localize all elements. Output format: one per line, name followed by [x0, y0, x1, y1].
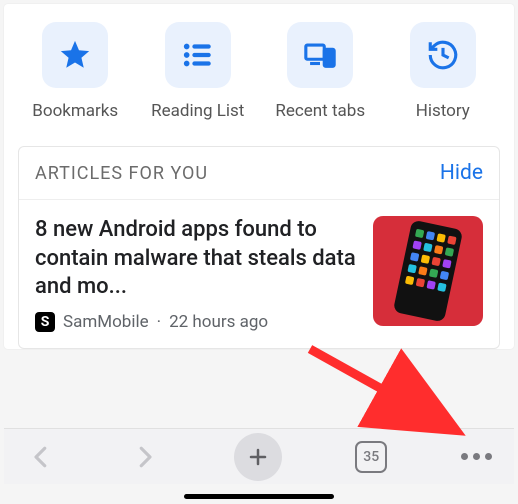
bottom-toolbar: 35	[4, 428, 514, 484]
dot-icon	[461, 453, 468, 460]
section-title: ARTICLES FOR YOU	[35, 163, 208, 184]
back-button[interactable]	[26, 442, 56, 472]
article-age: 22 hours ago	[169, 312, 268, 332]
article-text: 8 new Android apps found to contain malw…	[35, 216, 359, 332]
tab-switcher-button[interactable]: 35	[355, 441, 387, 473]
shortcut-history[interactable]: History	[388, 22, 498, 122]
recent-tabs-icon	[287, 22, 353, 88]
shortcut-recent-tabs[interactable]: Recent tabs	[265, 22, 375, 122]
bookmarks-icon	[42, 22, 108, 88]
home-indicator	[184, 494, 334, 499]
meta-separator: ·	[157, 312, 161, 332]
article-title: 8 new Android apps found to contain malw…	[35, 216, 359, 302]
section-header: ARTICLES FOR YOU Hide	[19, 147, 499, 200]
article-meta: S SamMobile · 22 hours ago	[35, 312, 359, 332]
shortcut-label: Bookmarks	[32, 100, 118, 122]
shortcuts-row: Bookmarks Reading List Recent tabs Histo…	[4, 4, 514, 128]
tab-count: 35	[363, 449, 379, 465]
articles-section: ARTICLES FOR YOU Hide 8 new Android apps…	[18, 146, 500, 349]
dot-icon	[485, 453, 492, 460]
article-source: SamMobile	[63, 312, 149, 332]
shortcut-label: History	[416, 100, 470, 122]
hide-button[interactable]: Hide	[440, 161, 483, 185]
shortcut-reading-list[interactable]: Reading List	[143, 22, 253, 122]
new-tab-button[interactable]	[234, 433, 282, 481]
shortcut-label: Recent tabs	[275, 100, 365, 122]
source-favicon: S	[35, 312, 55, 332]
shortcut-bookmarks[interactable]: Bookmarks	[20, 22, 130, 122]
article-thumbnail	[373, 216, 483, 326]
article-card[interactable]: 8 new Android apps found to contain malw…	[19, 200, 499, 348]
forward-button[interactable]	[130, 442, 160, 472]
browser-new-tab: Bookmarks Reading List Recent tabs Histo…	[4, 4, 514, 349]
history-icon	[410, 22, 476, 88]
reading-list-icon	[165, 22, 231, 88]
dot-icon	[473, 453, 480, 460]
more-menu-button[interactable]	[461, 453, 492, 460]
shortcut-label: Reading List	[151, 100, 244, 122]
